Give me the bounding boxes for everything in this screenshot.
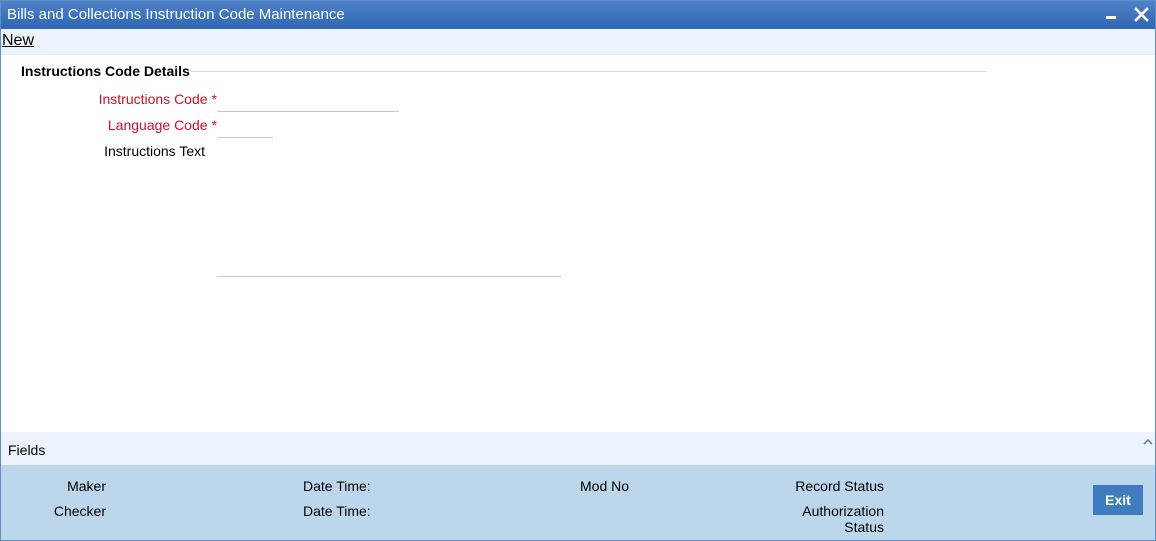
language-code-label: Language Code	[107, 117, 208, 133]
section-title: Instructions Code Details	[21, 63, 190, 79]
record-status-label: Record Status	[795, 478, 884, 494]
exit-button[interactable]: Exit	[1093, 485, 1143, 515]
app-window: Bills and Collections Instruction Code M…	[0, 0, 1156, 541]
audit-footer: Maker Checker Date Time: Date Time: Mod …	[1, 465, 1155, 540]
minimize-icon	[1106, 16, 1116, 19]
title-bar: Bills and Collections Instruction Code M…	[1, 1, 1155, 29]
language-code-label-group: Language Code *	[41, 117, 217, 133]
mod-no-label: Mod No	[580, 478, 630, 494]
fields-label: Fields	[8, 442, 46, 458]
close-icon	[1134, 7, 1149, 22]
instructions-code-input[interactable]	[217, 89, 399, 112]
instructions-text-area[interactable]	[217, 141, 561, 277]
language-code-input[interactable]	[217, 115, 273, 138]
checker-label: Checker	[53, 503, 106, 519]
fields-bar[interactable]: Fields	[1, 432, 1155, 465]
instructions-code-label-group: Instructions Code *	[41, 91, 217, 107]
authorization-status-label-line2: Status	[844, 519, 884, 535]
window-title: Bills and Collections Instruction Code M…	[7, 6, 345, 23]
minimize-button[interactable]	[1101, 3, 1123, 27]
instructions-code-label: Instructions Code	[98, 91, 208, 107]
section-divider	[186, 71, 986, 72]
maker-date-time-label: Date Time:	[303, 478, 371, 494]
instructions-text-label: Instructions Text	[104, 143, 205, 159]
close-button[interactable]	[1131, 3, 1153, 27]
menu-bar: New	[1, 29, 1155, 55]
chevron-up-icon	[1143, 438, 1153, 445]
maker-label: Maker	[67, 478, 106, 494]
authorization-status-label-line1: Authorization	[802, 503, 884, 519]
new-link[interactable]: New	[2, 32, 34, 50]
fields-toggle[interactable]	[1142, 435, 1154, 451]
checker-date-time-label: Date Time:	[303, 503, 371, 519]
